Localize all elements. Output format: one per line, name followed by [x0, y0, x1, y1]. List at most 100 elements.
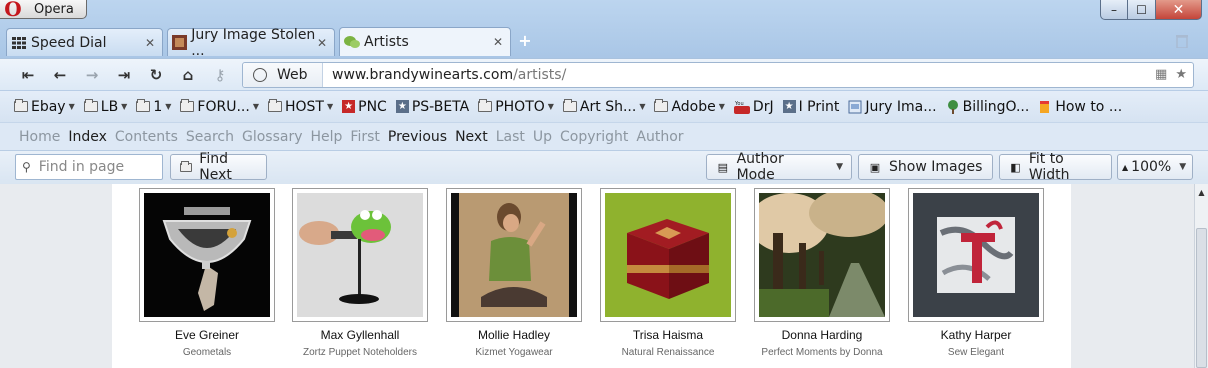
bookmark-star-icon[interactable]: ★ — [1175, 67, 1187, 82]
bookmark-label: 1 — [153, 98, 163, 115]
artist-name[interactable]: Trisa Haisma — [600, 328, 736, 342]
nav-link-index[interactable]: Index — [68, 129, 107, 145]
rss-feed-icon[interactable]: ▦ — [1155, 67, 1167, 82]
artist-thumbnail[interactable] — [139, 188, 275, 322]
nav-link-up: Up — [532, 128, 552, 145]
artist-name[interactable]: Max Gyllenhall — [292, 328, 428, 342]
close-button[interactable]: ✕ — [1155, 0, 1202, 20]
artist-name[interactable]: Mollie Hadley — [446, 328, 582, 342]
home-icon[interactable]: ⌂ — [176, 65, 200, 85]
bookmark-label: FORU... — [197, 98, 250, 115]
bookmark-folder[interactable]: FORU... ▼ — [180, 99, 259, 115]
vertical-scrollbar[interactable]: ▲ — [1194, 184, 1208, 368]
chevron-down-icon: ▼ — [121, 102, 128, 111]
address-bar[interactable]: Web www.brandywinearts.com/artists/ ▦ ★ — [242, 62, 1194, 88]
key-icon[interactable]: ⚷ — [208, 65, 232, 85]
minimize-button[interactable]: – — [1100, 0, 1128, 20]
bookmark-link[interactable]: You DrJ — [733, 99, 774, 115]
show-images-button[interactable]: ▣ Show Images — [858, 154, 993, 180]
bookmark-label: PNC — [358, 98, 387, 115]
author-mode-label: Author Mode — [736, 151, 784, 183]
address-url[interactable]: www.brandywinearts.com/artists/ — [332, 67, 566, 83]
chevron-down-icon: ▼ — [547, 102, 554, 111]
nav-link-home: Home — [19, 128, 61, 145]
folder-icon — [478, 99, 493, 112]
bookmark-label: PHOTO — [495, 98, 545, 115]
search-icon: ⚲ — [22, 160, 31, 174]
artist-business: Natural Renaissance — [621, 347, 715, 358]
new-tab-plus-icon[interactable]: + — [517, 31, 533, 50]
bookmark-link[interactable]: BillingO... — [946, 99, 1029, 115]
artist-thumbnail[interactable] — [754, 188, 890, 322]
folder-icon — [136, 99, 151, 112]
address-badge-label: Web — [277, 67, 308, 83]
find-in-page-input[interactable]: ⚲ Find in page — [15, 154, 163, 180]
artist-card[interactable]: Kathy Harper Sew Elegant — [908, 188, 1044, 358]
site-navigation-bar: Home Index Contents Search Glossary Help… — [0, 122, 1208, 150]
bookmark-link[interactable]: Jury Ima... — [848, 99, 937, 115]
opera-menu-button[interactable]: O Opera — [0, 0, 87, 21]
artist-thumbnail[interactable] — [600, 188, 736, 322]
artist-card[interactable]: Eve Greiner Geometals — [139, 188, 275, 358]
zoom-select[interactable]: ▲ 100% ▼ — [1117, 154, 1193, 180]
reload-icon[interactable]: ↻ — [144, 65, 168, 85]
trash-icon[interactable] — [1176, 34, 1188, 52]
nav-link-next[interactable]: Next — [455, 129, 488, 145]
artist-card[interactable]: Max Gyllenhall Zortz Puppet Noteholders — [292, 188, 428, 358]
scroll-up-arrow-icon[interactable]: ▲ — [1195, 188, 1208, 197]
page-margin-left — [0, 184, 112, 368]
author-mode-button[interactable]: ▤ Author Mode ▼ — [706, 151, 852, 183]
bookmark-folder[interactable]: Ebay ▼ — [14, 99, 75, 115]
fit-width-icon: ◧ — [1010, 160, 1021, 174]
zoom-up-icon: ▲ — [1122, 162, 1129, 172]
bookmark-link[interactable]: ★ I Print — [782, 99, 839, 115]
artist-card[interactable]: Donna Harding Perfect Moments by Donna — [754, 188, 890, 358]
bookmark-folder[interactable]: LB ▼ — [83, 99, 128, 115]
bookmark-folder[interactable]: Adobe ▼ — [654, 99, 725, 115]
artist-business: Sew Elegant — [947, 347, 1005, 358]
find-next-label: Find Next — [199, 151, 232, 183]
bookmark-folder[interactable]: HOST ▼ — [267, 99, 333, 115]
bookmark-link[interactable]: ★ PS-BETA — [395, 99, 469, 115]
tab-jury-image[interactable]: Jury Image Stolen ... ✕ — [167, 27, 335, 59]
chevron-down-icon: ▼ — [836, 162, 843, 172]
site-icon — [172, 35, 188, 51]
rewind-icon[interactable]: ⇤ — [16, 65, 40, 85]
artist-business: Perfect Moments by Donna — [761, 347, 883, 358]
bookmark-label: Art Sh... — [579, 98, 637, 115]
fast-forward-icon[interactable]: ⇥ — [112, 65, 136, 85]
scrollbar-thumb[interactable] — [1196, 228, 1207, 368]
bookmark-link[interactable]: How to ... — [1038, 99, 1122, 115]
tab-speed-dial[interactable]: Speed Dial ✕ — [6, 28, 163, 56]
bookmark-link[interactable]: ★ PNC — [342, 99, 387, 115]
tab-artists[interactable]: Artists ✕ — [339, 27, 511, 56]
bookmark-folder[interactable]: PHOTO ▼ — [478, 99, 554, 115]
maximize-button[interactable]: ☐ — [1128, 0, 1155, 20]
chevron-down-icon: ▼ — [718, 102, 725, 111]
artist-business: Kizmet Yogawear — [475, 347, 553, 358]
nav-link-help: Help — [310, 128, 343, 145]
bookmark-folder[interactable]: 1 ▼ — [136, 99, 171, 115]
back-arrow-icon[interactable]: ← — [48, 65, 72, 85]
show-images-label: Show Images — [889, 159, 983, 175]
artist-name[interactable]: Kathy Harper — [908, 328, 1044, 342]
artist-name[interactable]: Donna Harding — [754, 328, 890, 342]
artist-card[interactable]: Trisa Haisma Natural Renaissance — [600, 188, 736, 358]
artist-name[interactable]: Eve Greiner — [139, 328, 275, 342]
forward-arrow-icon[interactable]: → — [80, 65, 104, 85]
artist-card[interactable]: Mollie Hadley Kizmet Yogawear — [446, 188, 582, 358]
bookmark-folder[interactable]: Art Sh... ▼ — [562, 98, 645, 115]
artist-thumbnail[interactable] — [446, 188, 582, 322]
artist-thumbnail[interactable] — [908, 188, 1044, 322]
fit-to-width-button[interactable]: ◧ Fit to Width — [999, 151, 1112, 183]
nav-link-previous[interactable]: Previous — [388, 129, 447, 145]
address-actions: ▦ ★ — [1155, 67, 1187, 82]
address-badge[interactable]: Web — [243, 63, 323, 87]
url-path: /artists/ — [513, 67, 567, 83]
find-next-button[interactable]: Find Next — [170, 151, 267, 183]
tab-close-icon[interactable]: ✕ — [493, 35, 503, 49]
tab-close-icon[interactable]: ✕ — [317, 36, 327, 50]
page-icon — [848, 100, 862, 114]
tab-close-icon[interactable]: ✕ — [145, 36, 155, 50]
artist-thumbnail[interactable] — [292, 188, 428, 322]
